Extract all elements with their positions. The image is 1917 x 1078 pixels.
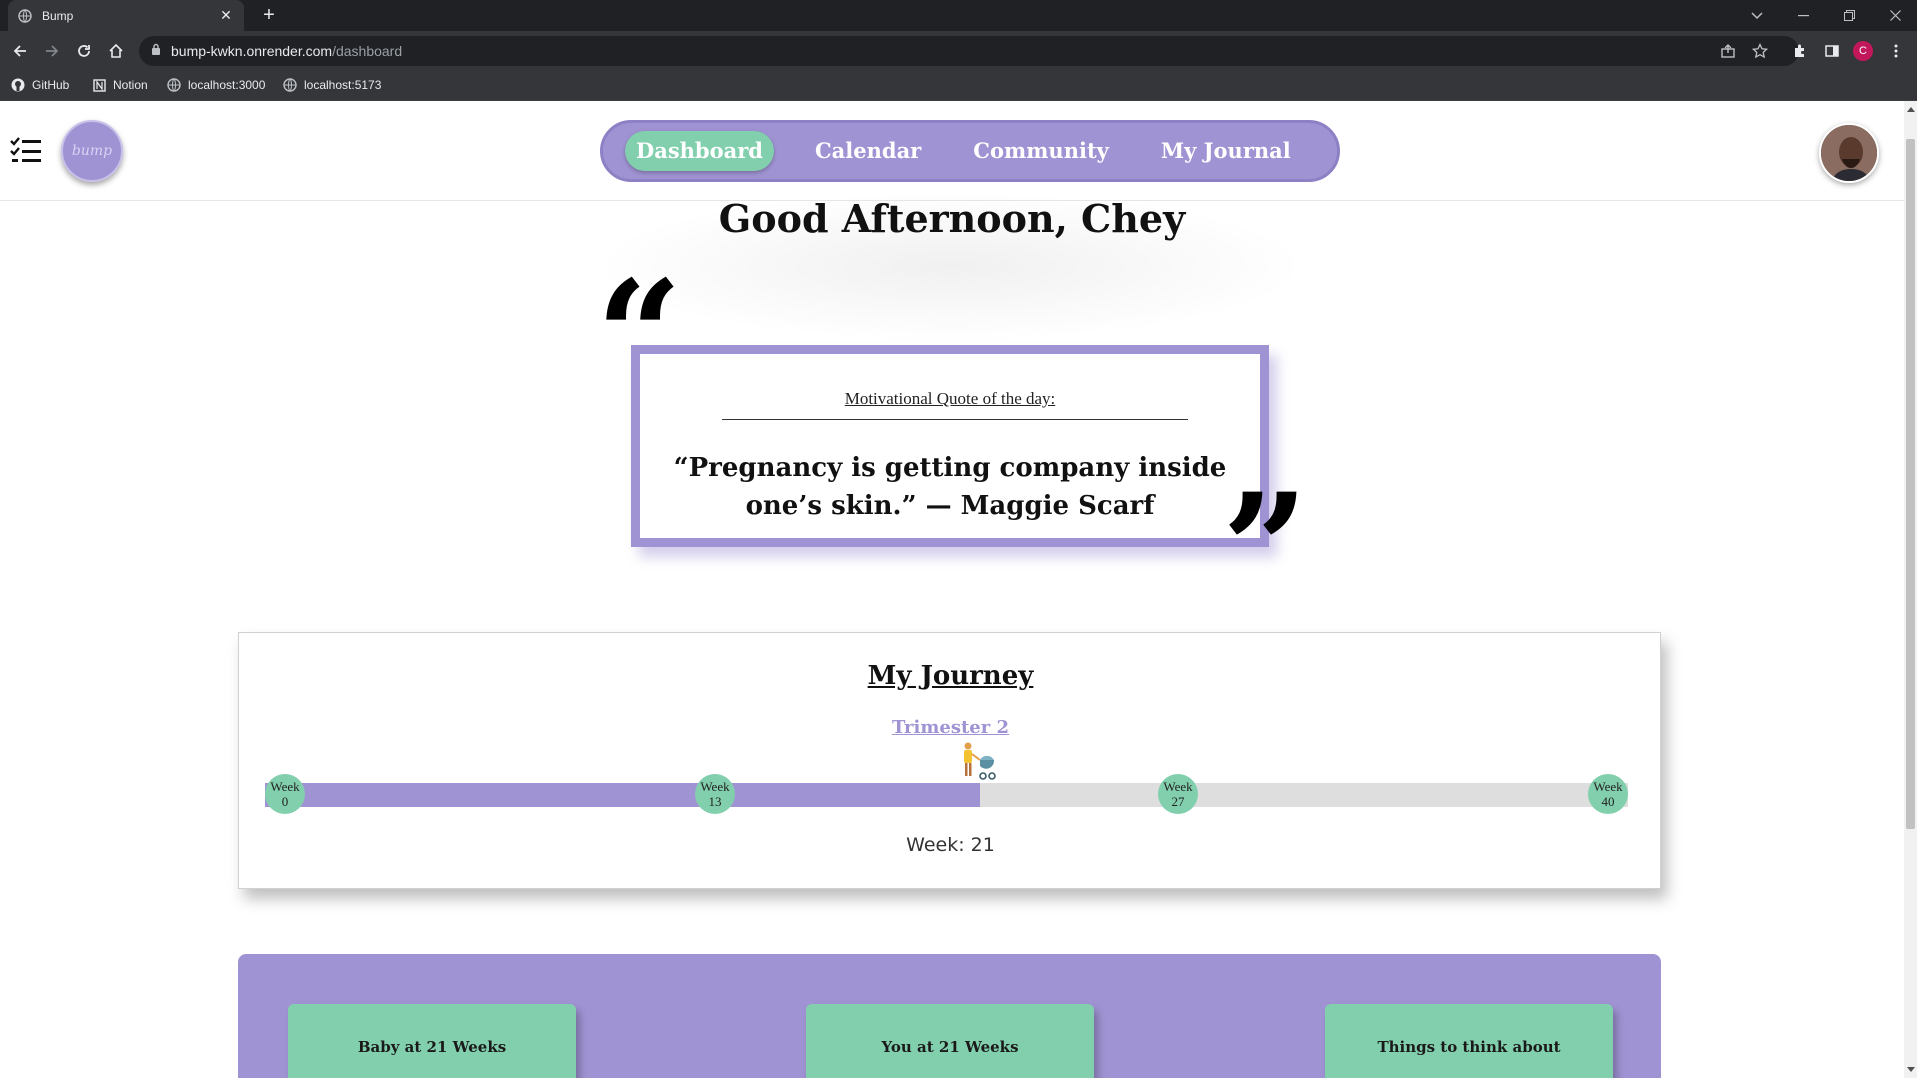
bookmark-localhost-5173[interactable]: localhost:5173 xyxy=(283,78,381,92)
tab-title: Bump xyxy=(42,8,74,23)
milestone-number: 0 xyxy=(281,794,289,809)
bookmark-label: GitHub xyxy=(32,78,70,92)
milestone-label: Week xyxy=(700,779,730,794)
address-bar[interactable]: bump-kwkn.onrender.com/dashboard xyxy=(139,36,1799,66)
card-you-week[interactable]: You at 21 Weeks xyxy=(806,1004,1094,1078)
share-icon[interactable] xyxy=(1718,41,1738,61)
journey-title: My Journey xyxy=(867,661,1034,691)
main-nav: Dashboard Calendar Community My Journal … xyxy=(600,120,1403,182)
milestone-week-13[interactable]: Week 13 xyxy=(694,774,735,814)
close-tab-icon[interactable]: ✕ xyxy=(218,7,234,24)
bookmark-github[interactable]: GitHub xyxy=(11,78,69,92)
card-title: You at 21 Weeks xyxy=(881,1038,1019,1056)
nav-dashboard[interactable]: Dashboard xyxy=(625,131,774,171)
milestone-week-40[interactable]: Week 40 xyxy=(1588,774,1628,814)
bookmark-localhost-3000[interactable]: localhost:3000 xyxy=(167,78,265,92)
scroll-down-icon[interactable] xyxy=(1907,1067,1915,1072)
progress-fill xyxy=(265,783,980,807)
nav-my-journal[interactable]: My Journal xyxy=(1150,131,1302,171)
profile-icon[interactable]: C xyxy=(1853,41,1873,61)
milestone-label: Week xyxy=(1593,779,1623,794)
github-icon xyxy=(11,78,25,92)
quote-card: Motivational Quote of the day: “Pregnanc… xyxy=(631,345,1269,547)
app-header: bump Dashboard Calendar Community My Jou… xyxy=(0,101,1904,201)
star-icon[interactable] xyxy=(1750,41,1770,61)
close-quote-icon: ” xyxy=(1222,461,1309,637)
milestone-number: 27 xyxy=(1171,794,1185,809)
milestone-number: 40 xyxy=(1601,794,1615,809)
milestone-label: Week xyxy=(270,779,300,794)
notion-icon xyxy=(92,78,106,92)
browser-tab[interactable]: Bump ✕ xyxy=(8,0,244,31)
url-path: /dashboard xyxy=(332,43,403,59)
nav-calendar[interactable]: Calendar xyxy=(804,131,932,171)
browser-toolbar: bump-kwkn.onrender.com/dashboard C xyxy=(0,31,1917,71)
nav-faqs[interactable]: FAQs xyxy=(1332,131,1414,171)
user-avatar[interactable] xyxy=(1819,123,1879,183)
minimize-icon[interactable] xyxy=(1780,0,1826,31)
card-title: Baby at 21 Weeks xyxy=(357,1038,507,1056)
browser-chrome: Bump ✕ + bump-kwkn.onrender.com/dashboar… xyxy=(0,0,1917,101)
bookmark-label: localhost:3000 xyxy=(188,78,266,92)
reload-icon[interactable] xyxy=(70,37,98,65)
menu-list-icon[interactable] xyxy=(10,137,42,165)
tab-search-icon[interactable] xyxy=(1734,0,1780,31)
milestone-week-0[interactable]: Week 0 xyxy=(265,774,305,814)
forward-icon[interactable] xyxy=(38,37,66,65)
page-content: bump Dashboard Calendar Community My Jou… xyxy=(0,101,1904,1078)
bookmarks-bar: GitHub Notion localhost:3000 localhost:5… xyxy=(0,71,1917,101)
back-icon[interactable] xyxy=(6,37,34,65)
current-week-text: Week: 21 xyxy=(906,834,995,856)
restore-icon[interactable] xyxy=(1826,0,1872,31)
quote-text: “Pregnancy is getting company inside one… xyxy=(673,453,1227,521)
progress-track xyxy=(265,783,1628,807)
card-things-to-think[interactable]: Things to think about xyxy=(1325,1004,1613,1078)
greeting-heading: Good Afternoon, Chey xyxy=(718,196,1186,241)
quote-label: Motivational Quote of the day: xyxy=(844,389,1056,408)
side-panel-icon[interactable] xyxy=(1822,41,1842,61)
page-scrollbar[interactable] xyxy=(1904,101,1917,1078)
bookmark-label: Notion xyxy=(113,78,148,92)
scroll-thumb[interactable] xyxy=(1906,139,1915,829)
url-host: bump-kwkn.onrender.com xyxy=(171,43,333,59)
close-window-icon[interactable] xyxy=(1872,0,1917,31)
bookmark-label: localhost:5173 xyxy=(304,78,382,92)
milestone-label: Week xyxy=(1163,779,1193,794)
globe-icon xyxy=(18,8,32,23)
card-title: Things to think about xyxy=(1377,1038,1561,1056)
scroll-up-icon[interactable] xyxy=(1907,107,1915,112)
home-icon[interactable] xyxy=(102,37,130,65)
quote-divider xyxy=(722,419,1188,420)
card-baby-week[interactable]: Baby at 21 Weeks xyxy=(288,1004,576,1078)
bump-logo[interactable]: bump xyxy=(61,120,123,182)
profile-initial: C xyxy=(1853,41,1873,61)
extensions-icon[interactable] xyxy=(1790,41,1810,61)
nav-community[interactable]: Community xyxy=(962,131,1120,171)
globe-icon xyxy=(283,78,297,92)
weekly-info-panel: Baby at 21 Weeks You at 21 Weeks Things … xyxy=(238,954,1661,1078)
stroller-icon xyxy=(958,742,1002,782)
milestone-week-27[interactable]: Week 27 xyxy=(1158,774,1199,814)
journey-card: My Journey Trimester 2 Week 0 Week 13 Week 27… xyxy=(238,632,1661,889)
milestone-number: 13 xyxy=(708,794,722,809)
tab-strip: Bump ✕ + xyxy=(0,0,1917,31)
new-tab-button[interactable]: + xyxy=(258,4,280,26)
bookmark-notion[interactable]: Notion xyxy=(92,78,148,92)
url-text[interactable]: bump-kwkn.onrender.com/dashboard xyxy=(171,43,402,59)
trimester-link[interactable]: Trimester 2 xyxy=(239,717,1662,738)
globe-icon xyxy=(167,78,181,92)
more-menu-icon[interactable] xyxy=(1886,41,1906,61)
lock-icon[interactable] xyxy=(151,42,161,60)
